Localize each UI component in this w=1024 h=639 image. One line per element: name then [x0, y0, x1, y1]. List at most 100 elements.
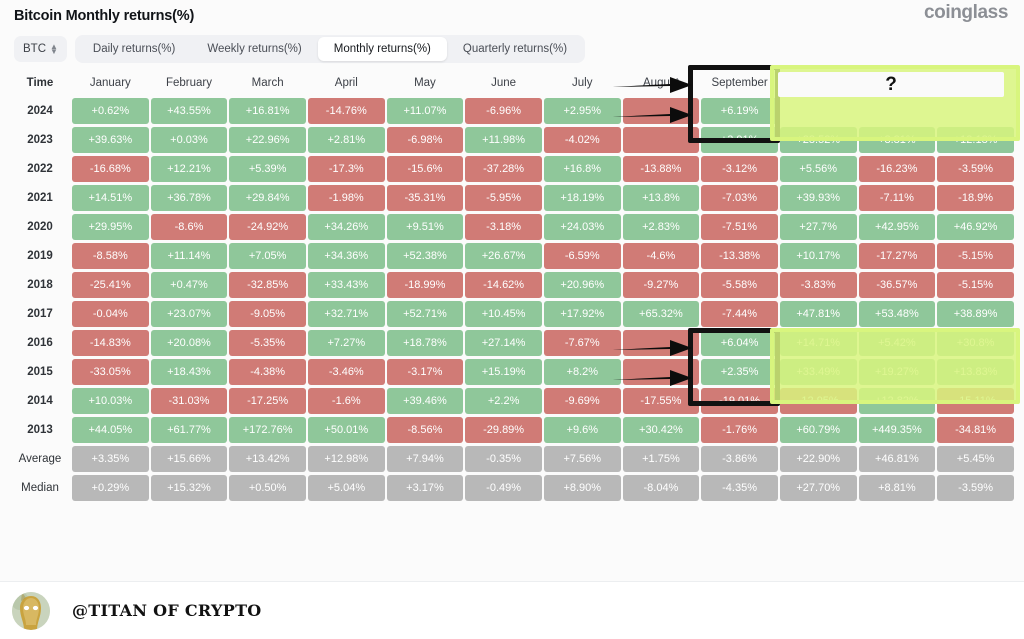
cell-2015-december: +13.83% — [937, 359, 1014, 385]
cell-2013-january: +44.05% — [72, 417, 149, 443]
cell-2023-october: +28.52% — [779, 127, 857, 153]
cell-2018-december: -5.15% — [937, 272, 1014, 298]
tab-daily-returns[interactable]: Daily returns(%) — [77, 37, 191, 61]
cell-2016-july: -7.67% — [543, 330, 621, 356]
cell-2017-april: +32.71% — [307, 301, 385, 327]
cell-2022-june: -37.28% — [465, 156, 542, 182]
cell-2015-april: -3.46% — [307, 359, 385, 385]
cell-2023-december: +12.18% — [937, 127, 1014, 153]
cell-2016-september: +6.04% — [701, 330, 778, 356]
tab-quarterly-returns[interactable]: Quarterly returns(%) — [447, 37, 583, 61]
cell-2017-june: +10.45% — [465, 301, 542, 327]
cell-2021-june: -5.95% — [465, 185, 542, 211]
cell-average-march: +13.42% — [229, 446, 306, 472]
row-label-2021: 2021 — [27, 192, 53, 204]
cell-average-april: +12.98% — [307, 446, 385, 472]
cell-average-july: +7.56% — [543, 446, 621, 472]
cell-2023-may: -6.98% — [386, 127, 464, 153]
cell-2022-january: -16.68% — [72, 156, 149, 182]
cell-2018-august: -9.27% — [622, 272, 700, 298]
row-label-2018: 2018 — [27, 279, 53, 291]
cell-median-march: +0.50% — [229, 475, 306, 501]
author-handle: @TITAN OF CRYPTO — [72, 601, 262, 620]
cell-2019-march: +7.05% — [229, 243, 306, 269]
cell-2017-august: +65.32% — [622, 301, 700, 327]
cell-2017-september: -7.44% — [701, 301, 778, 327]
cell-2020-january: +29.95% — [72, 214, 149, 240]
cell-average-august: +1.75% — [622, 446, 700, 472]
cell-2024-may: +11.07% — [386, 98, 464, 124]
cell-2024-june: -6.96% — [465, 98, 542, 124]
cell-2021-may: -35.31% — [386, 185, 464, 211]
cell-2017-july: +17.92% — [543, 301, 621, 327]
cell-2022-august: -13.88% — [622, 156, 700, 182]
cell-average-may: +7.94% — [386, 446, 464, 472]
cell-2017-october: +47.81% — [779, 301, 857, 327]
table-row: 2021 +14.51% +36.78% +29.84% -1.98% -35.31% -5… — [10, 185, 1014, 211]
cell-2013-may: -8.56% — [386, 417, 464, 443]
q4-unknown-placeholder: ? — [778, 72, 1004, 97]
cell-median-april: +5.04% — [307, 475, 385, 501]
cell-2020-may: +9.51% — [386, 214, 464, 240]
row-label-average: Average — [18, 453, 62, 465]
table-row: 2015 -33.05% +18.43% -4.38% -3.46% -3.17% +15.… — [10, 359, 1014, 385]
cell-2022-february: +12.21% — [150, 156, 228, 182]
cell-2014-january: +10.03% — [72, 388, 149, 414]
cell-2013-november: +449.35% — [858, 417, 936, 443]
cell-2024-april: -14.76% — [307, 98, 385, 124]
cell-2016-february: +20.08% — [150, 330, 228, 356]
footer-attribution: @TITAN OF CRYPTO — [0, 581, 1024, 639]
cell-2013-october: +60.79% — [779, 417, 857, 443]
column-header-april: April — [334, 77, 358, 89]
cell-median-june: -0.49% — [465, 475, 542, 501]
cell-2014-march: -17.25% — [229, 388, 306, 414]
cell-2017-february: +23.07% — [150, 301, 228, 327]
cell-2023-july: -4.02% — [543, 127, 621, 153]
cell-2023-march: +22.96% — [229, 127, 306, 153]
cell-average-october: +22.90% — [779, 446, 857, 472]
cell-2017-november: +53.48% — [858, 301, 936, 327]
user-avatar-icon — [12, 591, 50, 630]
cell-2018-july: +20.96% — [543, 272, 621, 298]
cell-2015-february: +18.43% — [150, 359, 228, 385]
cell-median-august: -8.04% — [622, 475, 700, 501]
cell-2020-february: -8.6% — [150, 214, 228, 240]
tab-weekly-returns[interactable]: Weekly returns(%) — [191, 37, 317, 61]
column-header-june: June — [491, 77, 517, 89]
cell-2020-september: -7.51% — [701, 214, 778, 240]
symbol-label: BTC — [23, 43, 46, 55]
cell-2018-february: +0.47% — [150, 272, 228, 298]
cell-2019-may: +52.38% — [386, 243, 464, 269]
row-label-2017: 2017 — [27, 308, 53, 320]
cell-2015-september: +2.35% — [701, 359, 778, 385]
cell-2014-december: -15.11% — [937, 388, 1014, 414]
cell-2016-january: -14.83% — [72, 330, 149, 356]
cell-2022-november: -16.23% — [858, 156, 936, 182]
cell-2014-july: -9.69% — [543, 388, 621, 414]
symbol-selector[interactable]: BTC ▲ ▼ — [14, 36, 67, 62]
cell-2021-december: -18.9% — [937, 185, 1014, 211]
tab-monthly-returns[interactable]: Monthly returns(%) — [317, 37, 447, 61]
cell-2023-april: +2.81% — [307, 127, 385, 153]
right-arrow-icon-2024 — [612, 77, 692, 93]
cell-2019-august: -4.6% — [622, 243, 700, 269]
monthly-returns-table: Time January February March April May June July… — [8, 70, 1016, 504]
cell-2014-september: -19.01% — [701, 388, 778, 414]
cell-2019-april: +34.36% — [307, 243, 385, 269]
cell-average-december: +5.45% — [937, 446, 1014, 472]
cell-2015-january: -33.05% — [72, 359, 149, 385]
table-row: 2020 +29.95% -8.6% -24.92% +34.26% +9.51% -3.1… — [10, 214, 1014, 240]
cell-2013-june: -29.89% — [465, 417, 542, 443]
cell-average-june: -0.35% — [465, 446, 542, 472]
cell-2018-january: -25.41% — [72, 272, 149, 298]
page-header: Bitcoin Monthly returns(%) coinglass — [0, 0, 1024, 32]
cell-2021-november: -7.11% — [858, 185, 936, 211]
cell-2016-december: +30.8% — [937, 330, 1014, 356]
cell-median-february: +15.32% — [150, 475, 228, 501]
cell-2023-august — [622, 127, 700, 153]
cell-2014-april: -1.6% — [307, 388, 385, 414]
cell-2022-october: +5.56% — [779, 156, 857, 182]
cell-2021-september: -7.03% — [701, 185, 778, 211]
cell-2018-march: -32.85% — [229, 272, 306, 298]
table-row: 2023 +39.63% +0.03% +22.96% +2.81% -6.98% +11.… — [10, 127, 1014, 153]
